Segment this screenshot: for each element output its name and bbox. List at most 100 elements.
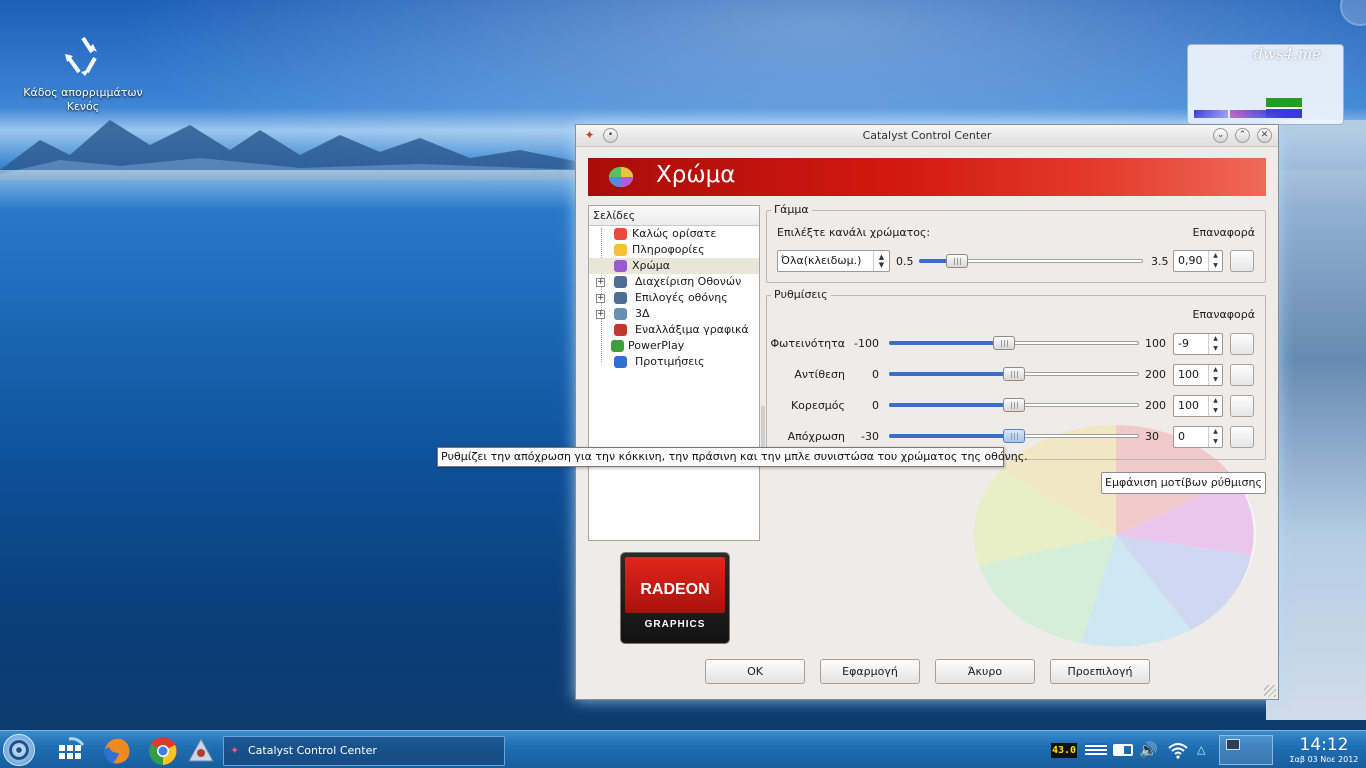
pages-item[interactable]: Προτιμήσεις	[589, 354, 759, 370]
display-options-icon	[614, 292, 627, 304]
gamma-min-label: 0.5	[896, 255, 914, 268]
setting-slider[interactable]	[889, 398, 1139, 412]
setting-reset-button[interactable]	[1230, 333, 1254, 355]
spinner-arrows-icon[interactable]: ▲ ▼	[1208, 334, 1222, 354]
setting-slider[interactable]	[889, 336, 1139, 350]
expand-icon[interactable]: +	[596, 278, 605, 287]
setting-slider[interactable]	[889, 367, 1139, 381]
pages-item[interactable]: Καλώς ορίσατε	[589, 226, 759, 242]
setting-label: Φωτεινότητα	[770, 337, 845, 350]
show-patterns-button[interactable]: Εμφάνιση μοτίβων ρύθμισης	[1101, 472, 1266, 494]
trash-desktop-icon[interactable]: Κάδος απορριμμάτων Κενός	[22, 32, 144, 114]
preferences-icon	[614, 356, 627, 368]
setting-value: 100	[1178, 368, 1199, 381]
gamma-group-title: Γάμμα	[771, 203, 812, 216]
setting-label: Κορεσμός	[790, 399, 845, 412]
default-button[interactable]: Προεπιλογή	[1050, 659, 1150, 684]
pager-desktop-1[interactable]	[1226, 739, 1240, 750]
window-titlebar[interactable]: ✦ • Catalyst Control Center ⌄ ⌃ ✕	[576, 125, 1278, 147]
tray-expand-icon[interactable]: △	[1197, 741, 1211, 759]
pages-item[interactable]: + Διαχείριση Οθονών	[589, 274, 759, 290]
temperature-indicator[interactable]: 43.0	[1051, 743, 1077, 758]
pages-item[interactable]: PowerPlay	[589, 338, 759, 354]
maximize-button[interactable]: ⌃	[1235, 128, 1250, 143]
expand-icon[interactable]: +	[596, 310, 605, 319]
pages-item[interactable]: +3Δ	[589, 306, 759, 322]
spinner-arrows-icon[interactable]: ▲ ▼	[1208, 365, 1222, 385]
spinner-arrows-icon[interactable]: ▲ ▼	[1208, 251, 1222, 271]
settings-group: Ρυθμίσεις Επαναφορά Φωτεινότητα -100 100 -9…	[766, 288, 1266, 460]
task-title: Catalyst Control Center	[248, 744, 377, 757]
slider-thumb[interactable]	[1003, 398, 1025, 412]
greek-flag-icon[interactable]	[1085, 743, 1107, 757]
pages-item[interactable]: Εναλλάξιμα γραφικά	[589, 322, 759, 338]
setting-value: 100	[1178, 399, 1199, 412]
gamma-value: 0,90	[1178, 254, 1203, 267]
widget-bar-3	[1266, 98, 1302, 118]
radeon-logo-text: RADEON	[640, 581, 710, 598]
setting-label: Αντίθεση	[794, 368, 845, 381]
setting-value-input[interactable]: 0 ▲ ▼	[1173, 426, 1223, 448]
pages-item-label: 3Δ	[635, 307, 650, 320]
updown-arrow-icon: ▲ ▼	[873, 251, 889, 271]
spinner-arrows-icon[interactable]: ▲ ▼	[1208, 427, 1222, 447]
slider-thumb[interactable]	[1003, 429, 1025, 443]
powerplay-icon	[611, 340, 624, 352]
3d-icon	[614, 308, 627, 320]
pages-item[interactable]: Χρώμα	[589, 258, 759, 274]
pages-item-label: Καλώς ορίσατε	[632, 227, 717, 240]
slider-fill	[889, 372, 1014, 376]
setting-min-label: -30	[861, 430, 879, 443]
clock-time: 14:12	[1299, 735, 1349, 755]
pages-item-label: PowerPlay	[628, 339, 685, 352]
setting-max-label: 200	[1145, 368, 1166, 381]
app-grid-icon[interactable]	[55, 735, 87, 767]
info-icon	[614, 244, 627, 256]
expand-icon[interactable]: +	[596, 294, 605, 303]
clock[interactable]: 14:12 Σαβ 03 Νοε 2012	[1288, 735, 1360, 765]
sticky-button[interactable]: •	[603, 128, 618, 143]
spinner-arrows-icon[interactable]: ▲ ▼	[1208, 396, 1222, 416]
firefox-icon[interactable]	[101, 735, 133, 767]
pages-item[interactable]: + Επιλογές οθόνης	[589, 290, 759, 306]
slider-thumb[interactable]	[992, 336, 1015, 350]
slider-thumb[interactable]	[945, 254, 968, 268]
resize-grip[interactable]	[1264, 685, 1276, 697]
apply-button[interactable]: Εφαρμογή	[820, 659, 920, 684]
hue-tooltip: Ρυθμίζει την απόχρωση για την κόκκινη, τ…	[437, 447, 1028, 467]
gamma-slider[interactable]	[919, 254, 1143, 268]
chrome-icon[interactable]	[147, 735, 179, 767]
setting-max-label: 200	[1145, 399, 1166, 412]
cancel-button[interactable]: Άκυρο	[935, 659, 1035, 684]
minimize-button[interactable]: ⌄	[1213, 128, 1228, 143]
radeon-logo-subtext: GRAPHICS	[644, 619, 706, 630]
setting-reset-button[interactable]	[1230, 395, 1254, 417]
pages-item-label: Εναλλάξιμα γραφικά	[635, 323, 749, 336]
channel-select[interactable]: Όλα(κλειδωμ.) ▲ ▼	[777, 250, 890, 272]
pages-item[interactable]: Πληροφορίες	[589, 242, 759, 258]
settings-reset-label: Επαναφορά	[1192, 308, 1255, 321]
window-title: Catalyst Control Center	[862, 129, 992, 142]
start-menu-button[interactable]	[3, 734, 35, 766]
setting-value-input[interactable]: -9 ▲ ▼	[1173, 333, 1223, 355]
setting-reset-button[interactable]	[1230, 364, 1254, 386]
task-catalyst[interactable]: ✦ Catalyst Control Center	[223, 736, 505, 766]
setting-value-input[interactable]: 100 ▲ ▼	[1173, 364, 1223, 386]
setting-value-input[interactable]: 100 ▲ ▼	[1173, 395, 1223, 417]
setting-reset-button[interactable]	[1230, 426, 1254, 448]
wifi-icon[interactable]	[1167, 741, 1189, 759]
radeon-logo: RADEON GRAPHICS	[621, 553, 729, 643]
color-wheel-icon	[614, 260, 627, 272]
gamma-reset-button[interactable]	[1230, 250, 1254, 272]
app-icon[interactable]: ✦	[582, 128, 597, 143]
slider-thumb[interactable]	[1003, 367, 1025, 381]
volume-icon[interactable]: 🔊	[1139, 741, 1161, 759]
catalyst-launcher-icon[interactable]	[185, 735, 217, 767]
close-button[interactable]: ✕	[1257, 128, 1272, 143]
battery-icon[interactable]	[1113, 744, 1133, 756]
virtual-desktop-pager[interactable]	[1219, 735, 1273, 765]
widget-bar-2	[1230, 110, 1266, 118]
gamma-value-input[interactable]: 0,90 ▲ ▼	[1173, 250, 1223, 272]
setting-slider[interactable]	[889, 429, 1139, 443]
ok-button[interactable]: OK	[705, 659, 805, 684]
